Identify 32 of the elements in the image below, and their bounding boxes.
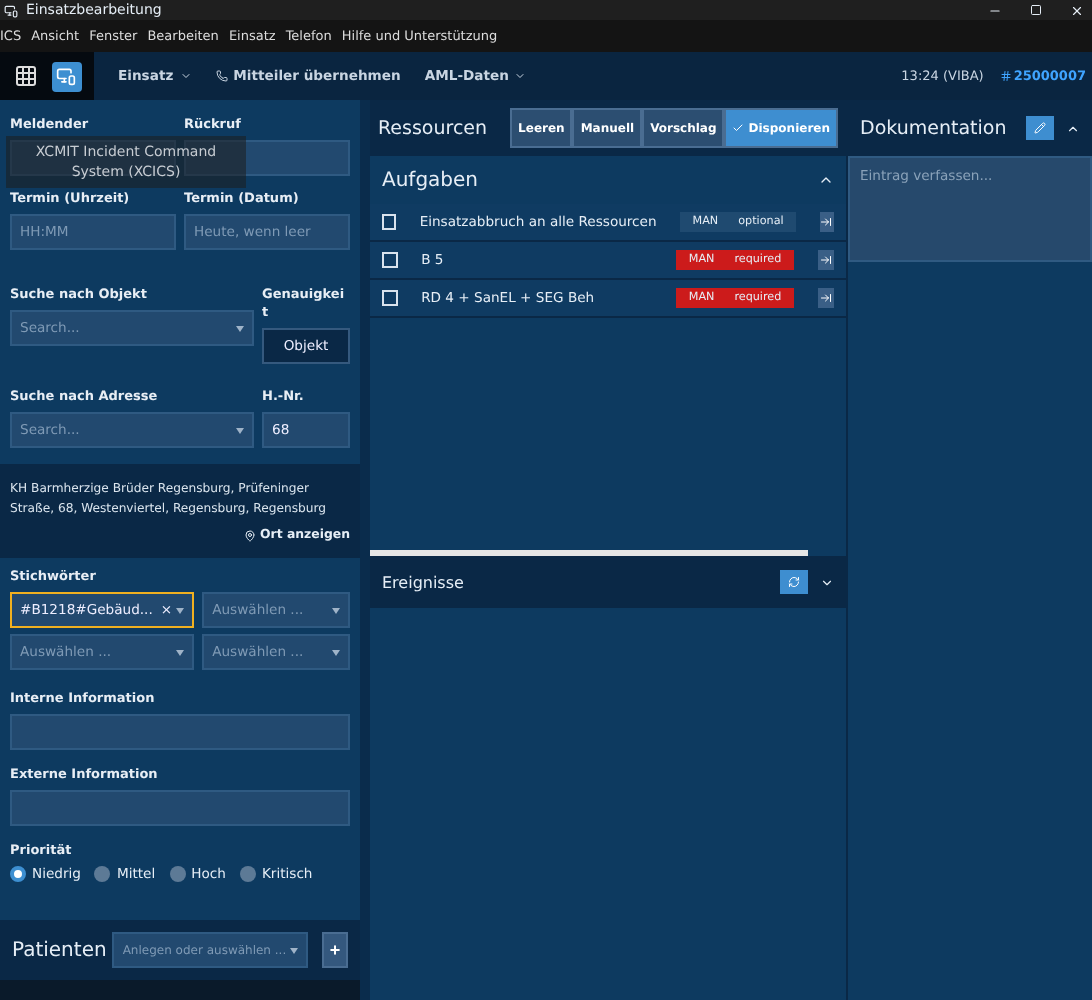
edit-button[interactable] xyxy=(1026,116,1054,140)
hash-icon xyxy=(999,70,1012,82)
expand-icon[interactable] xyxy=(820,575,834,589)
collapse-icon[interactable] xyxy=(1066,121,1080,135)
close-icon[interactable] xyxy=(1070,3,1084,17)
input-field[interactable] xyxy=(10,714,350,750)
collapse-icon[interactable] xyxy=(818,172,834,188)
section-title: Ereignisse xyxy=(382,573,464,591)
checkbox[interactable] xyxy=(382,290,398,306)
add-button[interactable]: + xyxy=(322,932,348,968)
section-title: Aufgaben xyxy=(382,169,479,191)
checkbox[interactable] xyxy=(382,214,396,230)
assign-button[interactable] xyxy=(819,212,834,232)
assign-button[interactable] xyxy=(817,288,834,308)
app-logo[interactable] xyxy=(51,61,81,91)
phone-icon xyxy=(215,70,228,82)
refresh-icon xyxy=(788,576,800,588)
section-title: Dokumentation xyxy=(860,117,1007,139)
assign-button[interactable] xyxy=(817,250,834,270)
maximize-icon[interactable] xyxy=(1030,3,1042,15)
pencil-icon xyxy=(1034,122,1046,134)
apps-grid-icon[interactable] xyxy=(13,64,37,88)
caret-icon xyxy=(514,70,527,82)
refresh-button[interactable] xyxy=(780,570,808,594)
check-icon xyxy=(732,122,745,134)
checkbox[interactable] xyxy=(382,252,398,268)
input-field[interactable] xyxy=(10,790,350,826)
app-icon xyxy=(4,3,18,17)
section-title: Ressourcen xyxy=(378,117,488,139)
section-title: Patienten xyxy=(12,939,107,961)
caret-icon xyxy=(179,70,192,82)
pin-icon xyxy=(244,530,257,542)
